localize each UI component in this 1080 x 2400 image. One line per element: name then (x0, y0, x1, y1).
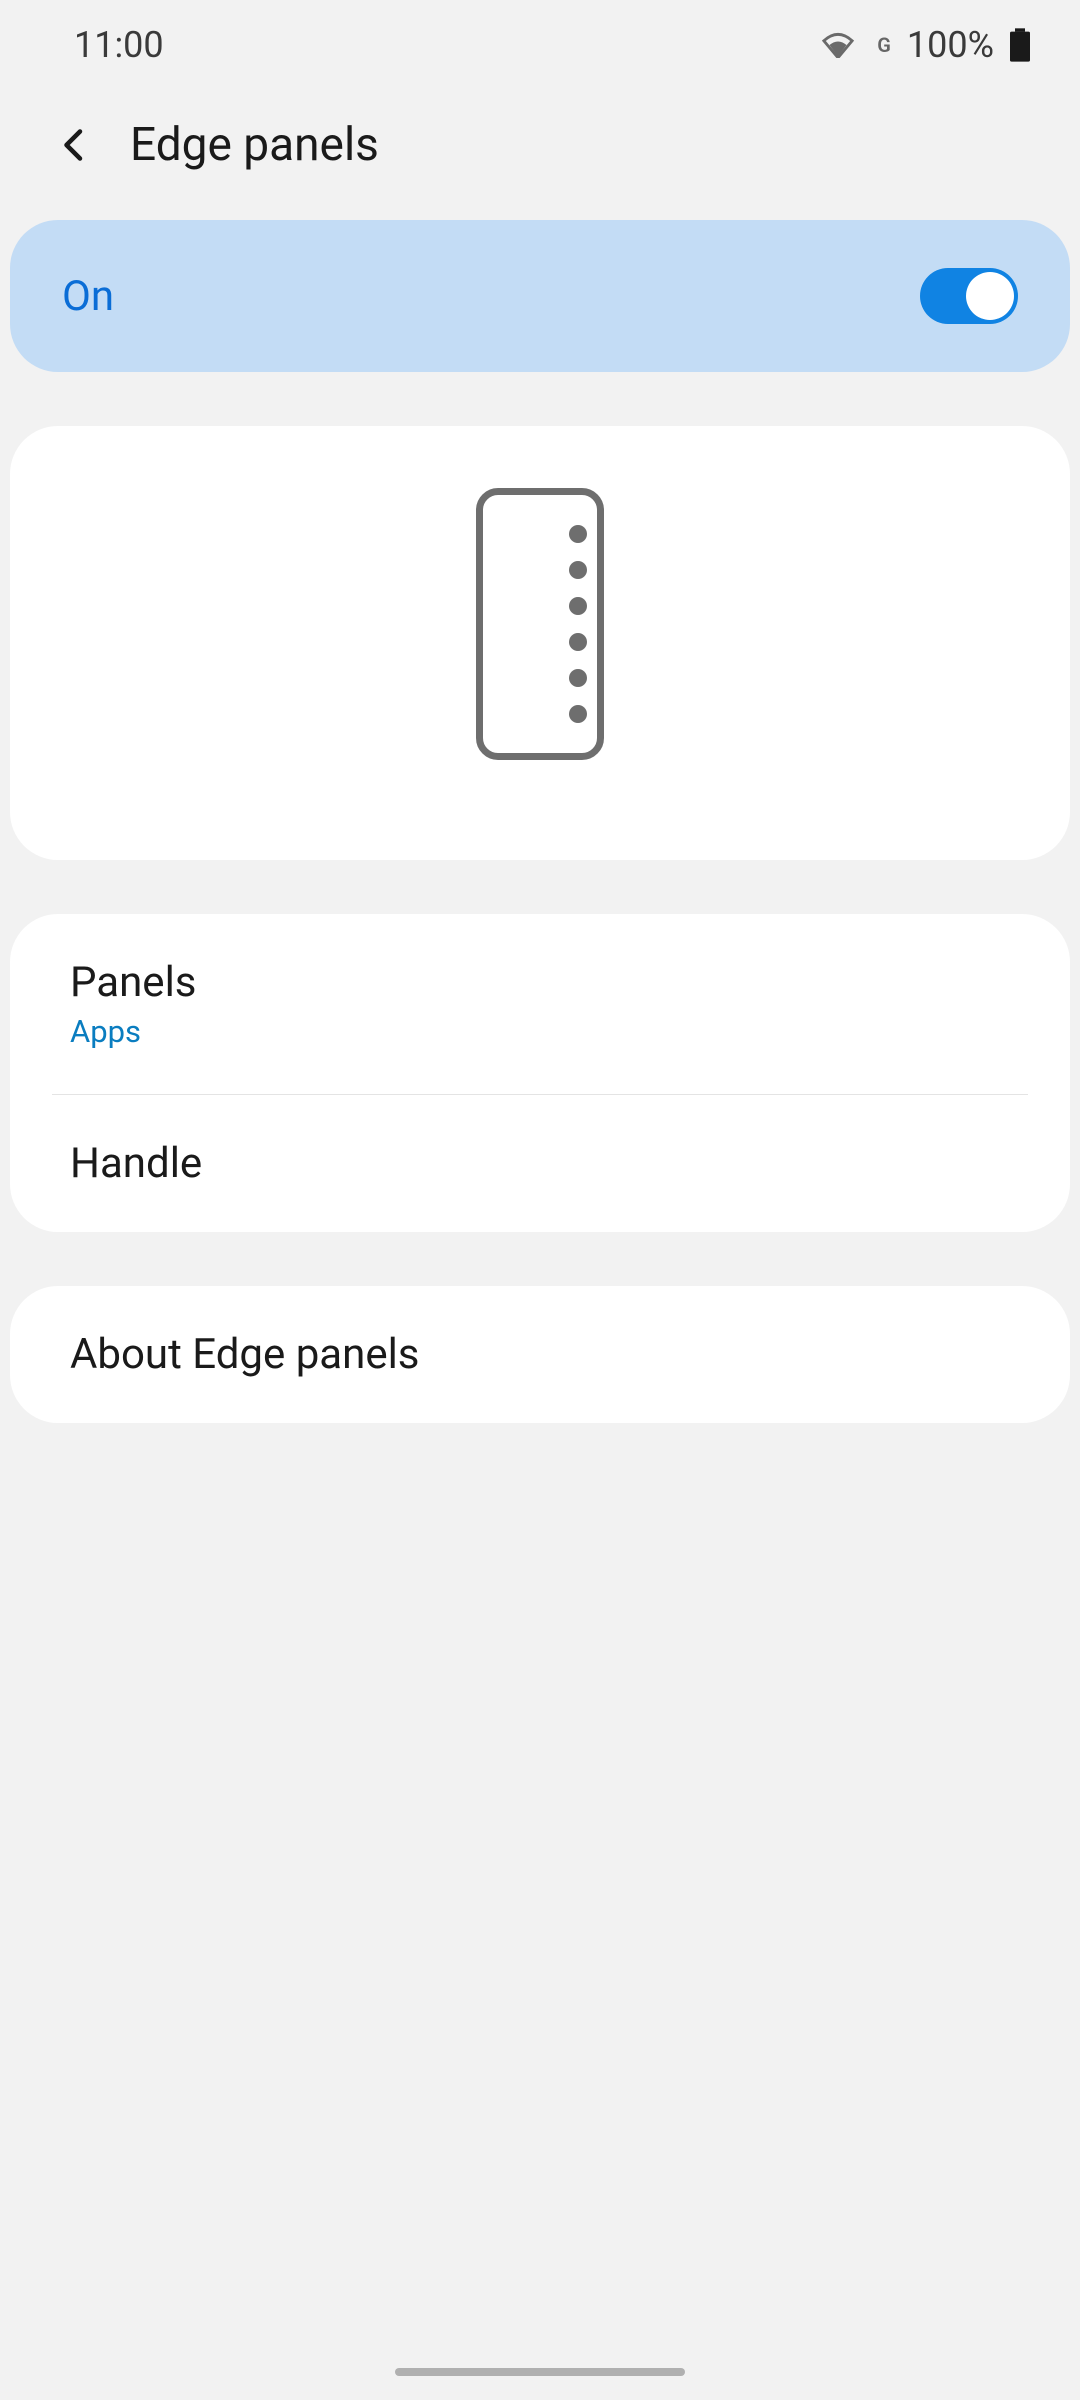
back-icon[interactable] (56, 127, 92, 163)
master-toggle-label: On (62, 272, 114, 321)
dot-icon (569, 705, 587, 723)
header: Edge panels (0, 90, 1080, 220)
about-item[interactable]: About Edge panels (10, 1286, 1070, 1423)
page-title: Edge panels (130, 118, 379, 172)
status-bar: 11:00 G 100% (0, 0, 1080, 90)
preview-card (10, 426, 1070, 860)
master-toggle-switch[interactable] (920, 268, 1018, 324)
wifi-icon (821, 32, 855, 58)
network-indicator: G (877, 33, 891, 57)
master-toggle-card[interactable]: On (10, 220, 1070, 372)
options-list-card: Panels Apps Handle (10, 914, 1070, 1232)
navigation-handle[interactable] (395, 2368, 685, 2376)
list-item-title: Panels (70, 958, 1010, 1007)
handle-item[interactable]: Handle (10, 1095, 1070, 1232)
list-item-title: Handle (70, 1139, 1010, 1188)
status-time: 11:00 (74, 24, 164, 66)
battery-icon (1010, 28, 1030, 62)
list-item-title: About Edge panels (70, 1330, 1010, 1379)
dot-icon (569, 597, 587, 615)
dot-icon (569, 669, 587, 687)
battery-percent: 100% (907, 24, 994, 66)
status-right: G 100% (821, 24, 1030, 66)
toggle-knob (966, 272, 1014, 320)
list-item-subtitle: Apps (70, 1013, 1010, 1050)
edge-panel-dots (569, 525, 587, 723)
phone-preview-icon (476, 488, 604, 760)
dot-icon (569, 633, 587, 651)
dot-icon (569, 561, 587, 579)
about-card: About Edge panels (10, 1286, 1070, 1423)
dot-icon (569, 525, 587, 543)
panels-item[interactable]: Panels Apps (10, 914, 1070, 1094)
